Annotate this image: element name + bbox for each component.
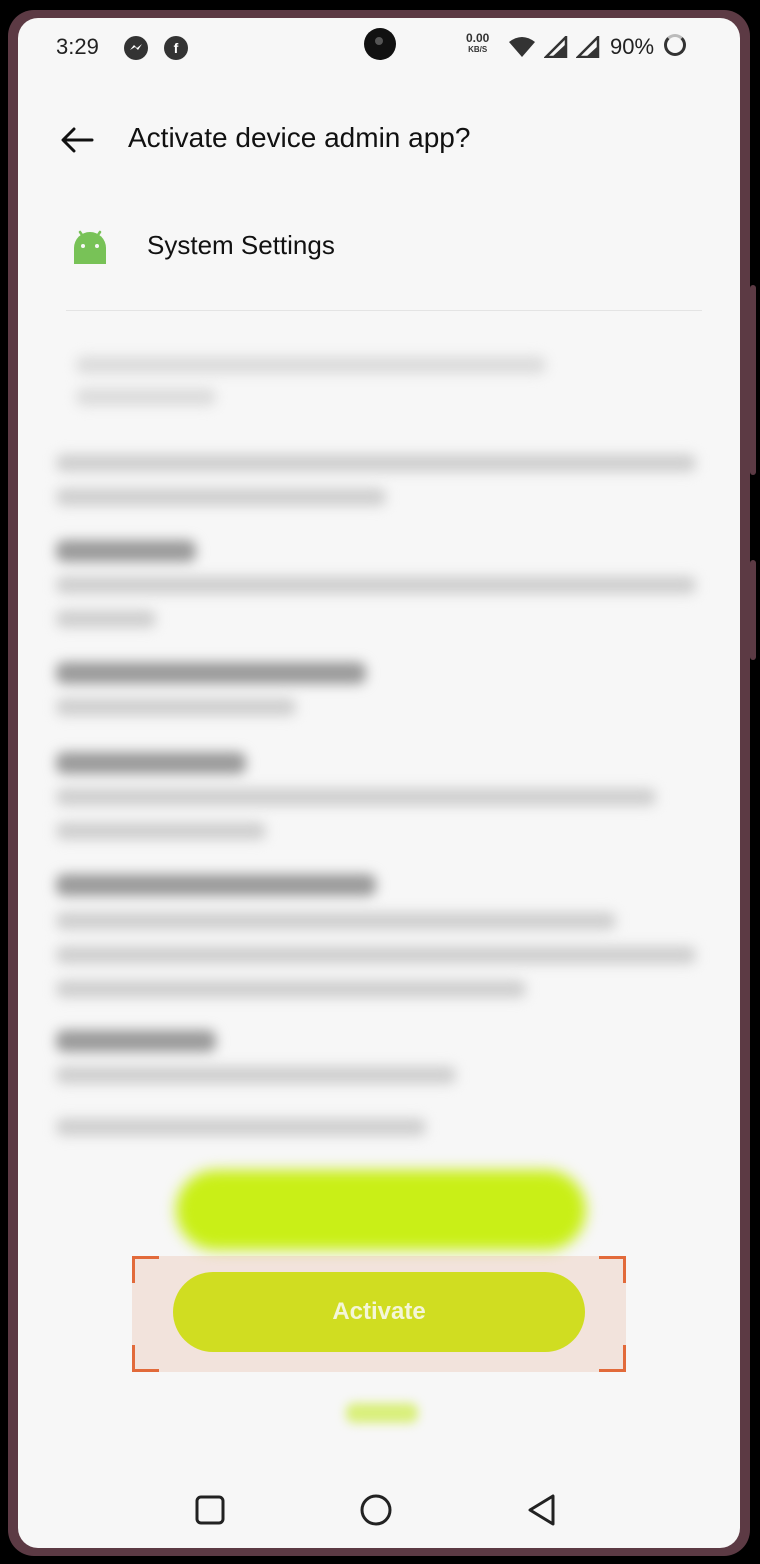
highlight-corner	[132, 1345, 159, 1372]
divider	[66, 310, 702, 311]
front-camera	[364, 28, 396, 60]
home-icon	[360, 1494, 392, 1526]
recents-button[interactable]	[188, 1488, 232, 1532]
app-row: System Settings	[18, 208, 740, 288]
android-icon	[74, 230, 106, 264]
messenger-icon	[124, 36, 148, 60]
blurred-button	[176, 1170, 586, 1250]
navigation-bar	[18, 1488, 740, 1548]
signal-icon	[544, 36, 568, 58]
highlight-corner	[132, 1256, 159, 1283]
battery-icon	[664, 34, 686, 56]
screen: 3:29 f 0.00 KB/S 90% Activate device adm…	[18, 18, 740, 1548]
back-button[interactable]	[56, 118, 100, 162]
arrow-left-icon	[61, 127, 94, 153]
volume-button	[750, 285, 756, 475]
recents-icon	[195, 1495, 225, 1525]
app-name: System Settings	[147, 230, 335, 260]
battery-percent: 90%	[610, 34, 655, 59]
highlight-corner	[599, 1256, 626, 1283]
status-bar: 3:29 f 0.00 KB/S 90%	[18, 18, 740, 78]
facebook-icon: f	[164, 36, 188, 60]
signal-icon-2	[576, 36, 600, 58]
page-title: Activate device admin app?	[128, 122, 471, 153]
activate-button[interactable]: Activate	[173, 1272, 585, 1352]
wifi-icon	[509, 37, 535, 57]
power-button	[750, 560, 756, 660]
home-button[interactable]	[354, 1488, 398, 1532]
net-speed-value: 0.00	[466, 31, 490, 45]
net-speed: 0.00 KB/S	[466, 32, 489, 56]
highlight-corner	[599, 1345, 626, 1372]
nav-back-button[interactable]	[520, 1488, 564, 1532]
net-speed-unit: KB/S	[468, 45, 488, 54]
status-time: 3:29	[56, 34, 99, 59]
back-icon	[528, 1494, 555, 1526]
blurred-text-button	[346, 1403, 418, 1423]
